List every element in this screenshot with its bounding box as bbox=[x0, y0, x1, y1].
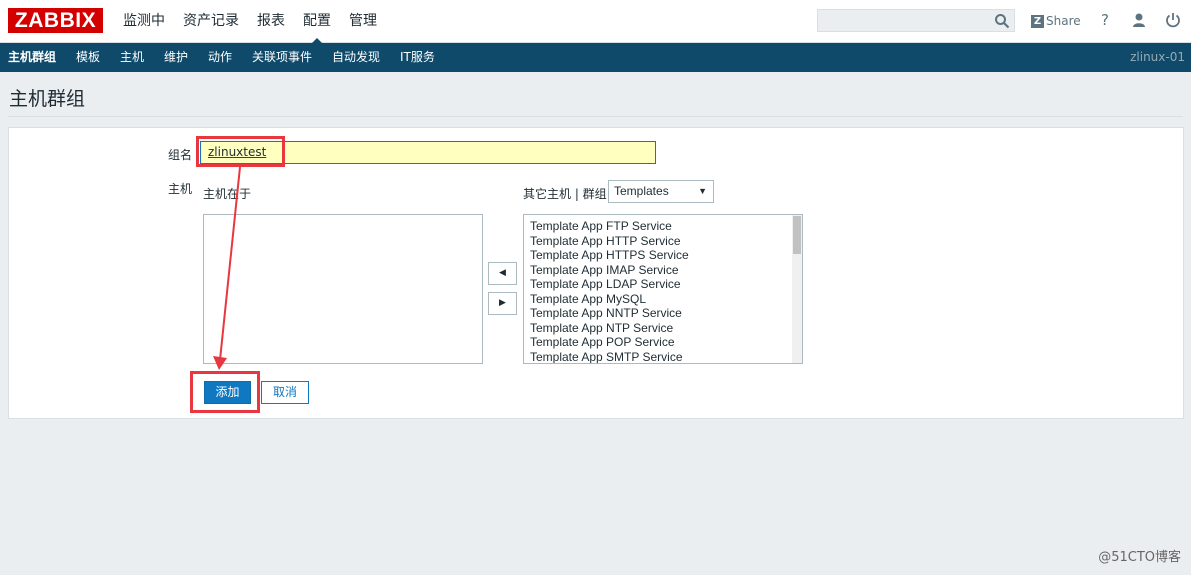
annotation-highlight-name bbox=[196, 136, 285, 167]
scrollbar-thumb[interactable] bbox=[793, 216, 801, 254]
other-hosts-listbox[interactable]: Template App FTP Service Template App HT… bbox=[523, 214, 803, 364]
list-item[interactable]: Template App HTTP Service bbox=[524, 234, 802, 249]
server-name: zlinux-01 bbox=[1130, 50, 1185, 64]
other-hosts-label: 其它主机 | 群组 bbox=[523, 187, 607, 201]
menu-inventory[interactable]: 资产记录 bbox=[174, 0, 248, 43]
page-title: 主机群组 bbox=[9, 88, 86, 110]
group-filter-select[interactable]: Templates ▼ bbox=[608, 180, 714, 203]
subnav-hosts[interactable]: 主机 bbox=[120, 43, 144, 72]
sub-navigation: 主机群组 模板 主机 维护 动作 关联项事件 自动发现 IT服务 zlinux-… bbox=[0, 43, 1191, 72]
subnav-host-groups[interactable]: 主机群组 bbox=[8, 43, 56, 72]
top-header: ZABBIX 监测中 资产记录 报表 配置 管理 Z Share ? bbox=[0, 0, 1191, 44]
in-group-listbox[interactable] bbox=[203, 214, 483, 364]
menu-configuration[interactable]: 配置 bbox=[294, 0, 340, 44]
sign-out-icon[interactable] bbox=[1164, 11, 1182, 29]
move-left-button[interactable]: ◀ bbox=[488, 262, 517, 285]
subnav-actions[interactable]: 动作 bbox=[208, 43, 232, 72]
user-profile-icon[interactable] bbox=[1130, 11, 1148, 29]
subnav-templates[interactable]: 模板 bbox=[76, 43, 100, 72]
title-divider bbox=[8, 116, 1183, 117]
main-menu: 监测中 资产记录 报表 配置 管理 bbox=[114, 0, 386, 44]
search-input[interactable] bbox=[817, 9, 1015, 32]
list-item[interactable]: Template App LDAP Service bbox=[524, 277, 802, 292]
list-item[interactable]: Template App POP Service bbox=[524, 335, 802, 350]
move-right-button[interactable]: ▶ bbox=[488, 292, 517, 315]
share-label: Share bbox=[1046, 14, 1081, 28]
subnav-it-services[interactable]: IT服务 bbox=[400, 43, 435, 72]
menu-administration[interactable]: 管理 bbox=[340, 0, 386, 43]
subnav-discovery[interactable]: 自动发现 bbox=[332, 43, 380, 72]
share-link[interactable]: Z Share bbox=[1031, 12, 1081, 30]
zabbix-share-icon: Z bbox=[1031, 14, 1044, 28]
list-item[interactable]: Template App SMTP Service bbox=[524, 350, 802, 364]
subnav-maintenance[interactable]: 维护 bbox=[164, 43, 188, 72]
list-item[interactable]: Template App HTTPS Service bbox=[524, 248, 802, 263]
search-icon[interactable] bbox=[994, 13, 1010, 29]
help-icon[interactable]: ? bbox=[1096, 11, 1114, 29]
watermark: @51CTO博客 bbox=[1098, 550, 1181, 565]
listbox-scrollbar[interactable] bbox=[792, 215, 802, 363]
group-name-label: 组名 bbox=[168, 148, 193, 162]
list-item[interactable]: Template App NNTP Service bbox=[524, 306, 802, 321]
subnav-correlation[interactable]: 关联项事件 bbox=[252, 43, 312, 72]
zabbix-logo[interactable]: ZABBIX bbox=[8, 8, 103, 33]
annotation-highlight-add bbox=[190, 371, 260, 413]
list-item[interactable]: Template App FTP Service bbox=[524, 219, 802, 234]
list-item[interactable]: Template App IMAP Service bbox=[524, 263, 802, 278]
menu-reports[interactable]: 报表 bbox=[248, 0, 294, 43]
hosts-label: 主机 bbox=[168, 182, 193, 196]
list-item[interactable]: Template App NTP Service bbox=[524, 321, 802, 336]
list-item[interactable]: Template App MySQL bbox=[524, 292, 802, 307]
menu-monitoring[interactable]: 监测中 bbox=[114, 0, 174, 43]
cancel-button[interactable]: 取消 bbox=[261, 381, 309, 404]
chevron-down-icon: ▼ bbox=[698, 186, 707, 196]
in-group-label: 主机在于 bbox=[203, 187, 252, 201]
group-filter-value: Templates bbox=[614, 184, 669, 198]
